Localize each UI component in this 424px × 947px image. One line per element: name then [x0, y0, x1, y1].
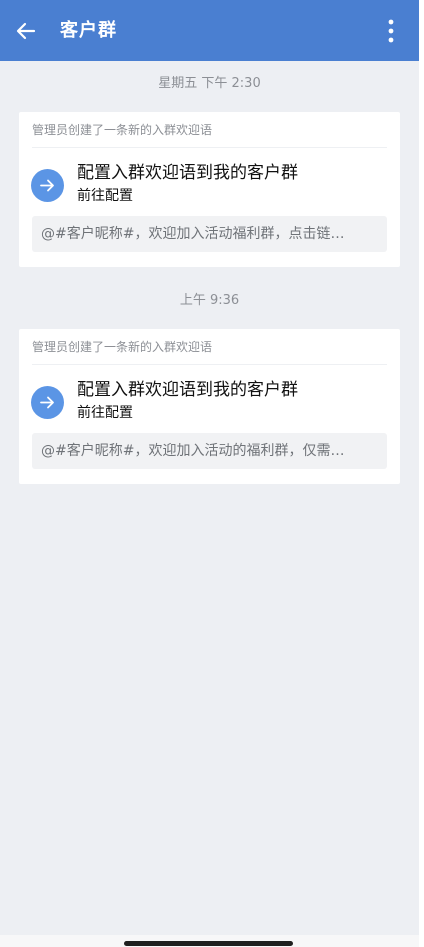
- page-title: 客户群: [60, 20, 117, 41]
- action-title: 配置入群欢迎语到我的客户群: [77, 380, 298, 400]
- arrow-right-icon: [31, 169, 64, 202]
- action-title: 配置入群欢迎语到我的客户群: [77, 163, 298, 183]
- welcome-preview[interactable]: @#客户昵称#，欢迎加入活动福利群，点击链…: [32, 216, 387, 252]
- configure-welcome-link[interactable]: 配置入群欢迎语到我的客户群 前往配置: [19, 154, 400, 214]
- message-timestamp: 星期五 下午 2:30: [158, 76, 261, 91]
- action-subtitle: 前往配置: [77, 188, 133, 204]
- card-divider: [32, 147, 387, 148]
- card-header-text: 管理员创建了一条新的入群欢迎语: [32, 340, 213, 354]
- welcome-message-card: 管理员创建了一条新的入群欢迎语 配置入群欢迎语到我的客户群 前往配置 @#客户昵…: [19, 329, 400, 484]
- welcome-message-card: 管理员创建了一条新的入群欢迎语 配置入群欢迎语到我的客户群 前往配置 @#客户昵…: [19, 112, 400, 267]
- screen-edge: [419, 0, 424, 947]
- welcome-preview[interactable]: @#客户昵称#，欢迎加入活动的福利群，仅需…: [32, 433, 387, 469]
- app-bar: 客户群: [0, 0, 419, 61]
- configure-welcome-link[interactable]: 配置入群欢迎语到我的客户群 前往配置: [19, 371, 400, 431]
- home-indicator[interactable]: [124, 941, 293, 946]
- card-divider: [32, 364, 387, 365]
- welcome-preview-text: @#客户昵称#，欢迎加入活动福利群，点击链…: [41, 226, 345, 242]
- chat-content[interactable]: 星期五 下午 2:30 管理员创建了一条新的入群欢迎语 配置入群欢迎语到我的客户…: [0, 61, 419, 941]
- more-vertical-icon[interactable]: [383, 17, 399, 45]
- action-subtitle: 前往配置: [77, 405, 133, 421]
- welcome-preview-text: @#客户昵称#，欢迎加入活动的福利群，仅需…: [41, 443, 345, 459]
- arrow-right-icon: [31, 386, 64, 419]
- arrow-left-icon[interactable]: [14, 19, 38, 43]
- card-header-text: 管理员创建了一条新的入群欢迎语: [32, 123, 213, 137]
- message-timestamp: 上午 9:36: [179, 293, 240, 308]
